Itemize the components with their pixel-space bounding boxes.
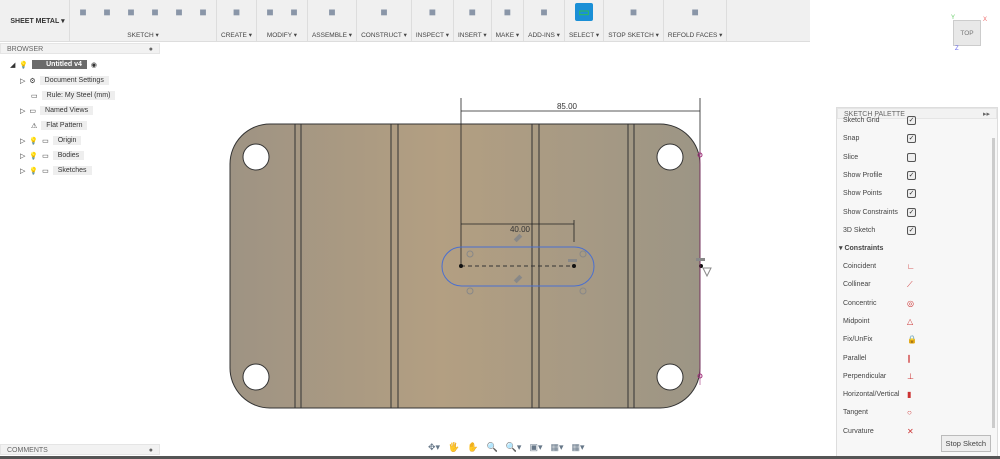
- activate-icon[interactable]: ◉: [91, 61, 97, 69]
- midpoint-icon: [702, 267, 712, 278]
- palette-option-checkbox[interactable]: ✓: [907, 170, 916, 180]
- navigation-bar: ✥▾ 🖐 ✋ 🔍 🔍▾ ▣▾ ▦▾ ▦▾: [428, 442, 585, 453]
- comments-title: COMMENTS: [7, 447, 48, 454]
- document-name[interactable]: Untitled v4: [32, 60, 87, 69]
- nav-tool-icon[interactable]: ▦▾: [572, 442, 585, 453]
- palette-option-checkbox[interactable]: ✓: [907, 189, 916, 199]
- nav-tool-icon[interactable]: ✋: [467, 442, 478, 453]
- constraint-label: Midpoint: [843, 317, 870, 325]
- constraint-perpendicular-icon[interactable]: ⊥: [907, 372, 914, 381]
- nav-tool-icon[interactable]: ✥▾: [428, 442, 440, 453]
- folder-icon: ▭: [42, 167, 49, 175]
- nav-tool-icon[interactable]: 🖐: [448, 442, 459, 453]
- constraint-coincident-icon[interactable]: ∟: [907, 262, 915, 271]
- nav-tool-icon[interactable]: 🔍▾: [506, 442, 522, 453]
- folder-icon: ▭: [29, 107, 37, 115]
- comments-panel[interactable]: COMMENTS ●: [0, 444, 160, 455]
- visibility-bulb-icon[interactable]: 💡: [29, 137, 38, 145]
- browser-item-label: Sketches: [52, 166, 92, 175]
- folder-icon: ⚠: [31, 122, 38, 130]
- visibility-bulb-icon[interactable]: 💡: [19, 61, 28, 69]
- visibility-bulb-icon[interactable]: 💡: [29, 152, 38, 160]
- pin-icon[interactable]: ●: [149, 445, 153, 454]
- visibility-bulb-icon[interactable]: 💡: [29, 167, 38, 175]
- constraint-label: Collinear: [843, 281, 871, 289]
- expand-arrow-icon[interactable]: ▷: [20, 152, 25, 160]
- folder-icon: ▭: [31, 92, 38, 100]
- constraint-horizontal-vertical-icon[interactable]: ▮: [907, 390, 911, 399]
- browser-item-label: Origin: [52, 136, 82, 145]
- constraint-label: Horizontal/Vertical: [843, 391, 900, 399]
- constraint-concentric-icon[interactable]: ◎: [907, 299, 914, 308]
- constraint-label: Parallel: [843, 354, 867, 362]
- expand-arrow-icon[interactable]: ▷: [20, 107, 25, 115]
- collapse-icon[interactable]: ◢: [10, 61, 15, 69]
- palette-option-label: Show Points: [843, 190, 882, 198]
- constraint-collinear-icon[interactable]: ⟋: [907, 280, 913, 290]
- pin-icon[interactable]: ●: [149, 44, 153, 53]
- palette-option-checkbox[interactable]: ✓: [907, 225, 916, 235]
- dim-slot-value[interactable]: 40.00: [510, 225, 531, 234]
- folder-icon: ▭: [42, 152, 49, 160]
- expand-arrow-icon[interactable]: ▷: [20, 77, 25, 85]
- nav-tool-icon[interactable]: ▣▾: [529, 442, 542, 453]
- expand-arrow-icon[interactable]: ▷: [20, 137, 25, 145]
- gear-icon: ⚙: [29, 77, 36, 85]
- tree-root[interactable]: ◢ 💡 Untitled v4 ◉: [10, 59, 97, 70]
- palette-option-label: Snap: [843, 135, 860, 143]
- browser-item-label: Bodies: [52, 151, 85, 160]
- constraint-label: Fix/UnFix: [843, 336, 873, 344]
- folder-icon: ▭: [42, 137, 49, 145]
- palette-option-checkbox[interactable]: [907, 152, 916, 162]
- browser-item-label: Document Settings: [39, 76, 109, 85]
- constraint-label: Curvature: [843, 427, 874, 435]
- browser-item[interactable]: ▷ 💡 ▭ Origin: [20, 135, 82, 146]
- dim-overall-value[interactable]: 85.00: [557, 102, 578, 111]
- browser-panel: BROWSER ●: [0, 43, 160, 54]
- constraint-curvature-icon[interactable]: ✕: [907, 427, 914, 436]
- browser-item-label: Rule: My Steel (mm): [41, 91, 116, 100]
- palette-option-label: Show Constraints: [843, 208, 898, 216]
- constraint-label: Perpendicular: [843, 372, 887, 380]
- palette-scrollbar[interactable]: [992, 138, 995, 428]
- nav-tool-icon[interactable]: 🔍: [487, 442, 498, 453]
- palette-option-label: Slice: [843, 153, 859, 161]
- expand-icon[interactable]: ▸▸: [983, 109, 990, 118]
- constraints-header[interactable]: ▾ Constraints: [839, 244, 883, 252]
- constraint-label: Tangent: [843, 409, 868, 417]
- sketch-palette: SKETCH PALETTE ▸▸ Stop Sketch Sketch Grid…: [836, 107, 998, 457]
- browser-item[interactable]: ▷ ▭ Named Views: [20, 105, 94, 116]
- stop-sketch-button[interactable]: Stop Sketch: [940, 435, 991, 452]
- browser-item-label: Named Views: [40, 106, 94, 115]
- constraint-fix-unfix-icon[interactable]: 🔒: [907, 335, 917, 344]
- palette-option-checkbox[interactable]: ✓: [907, 116, 916, 125]
- palette-option-checkbox[interactable]: ✓: [907, 207, 916, 217]
- expand-arrow-icon[interactable]: ▷: [20, 167, 25, 175]
- browser-item[interactable]: ▷ ⚙ Document Settings: [20, 75, 109, 86]
- palette-option-label: Sketch Grid: [843, 117, 880, 124]
- browser-item[interactable]: ⚠ Flat Pattern: [20, 120, 88, 131]
- browser-item[interactable]: ▷ 💡 ▭ Sketches: [20, 165, 92, 176]
- constraint-parallel-icon[interactable]: ∥: [907, 354, 911, 363]
- palette-option-label: Show Profile: [843, 171, 883, 179]
- browser-item[interactable]: ▷ 💡 ▭ Bodies: [20, 150, 85, 161]
- browser-item[interactable]: ▭ Rule: My Steel (mm): [20, 90, 116, 101]
- browser-header[interactable]: BROWSER ●: [0, 43, 160, 54]
- nav-tool-icon[interactable]: ▦▾: [550, 442, 563, 453]
- browser-title: BROWSER: [7, 46, 44, 53]
- constraint-midpoint-icon[interactable]: △: [907, 317, 913, 326]
- constraint-label: Coincident: [843, 263, 877, 270]
- constraint-label: Concentric: [843, 299, 877, 307]
- palette-option-label: 3D Sketch: [843, 226, 876, 234]
- constraint-tangent-icon[interactable]: ○: [907, 408, 912, 417]
- palette-option-checkbox[interactable]: ✓: [907, 134, 916, 144]
- browser-item-label: Flat Pattern: [41, 121, 88, 130]
